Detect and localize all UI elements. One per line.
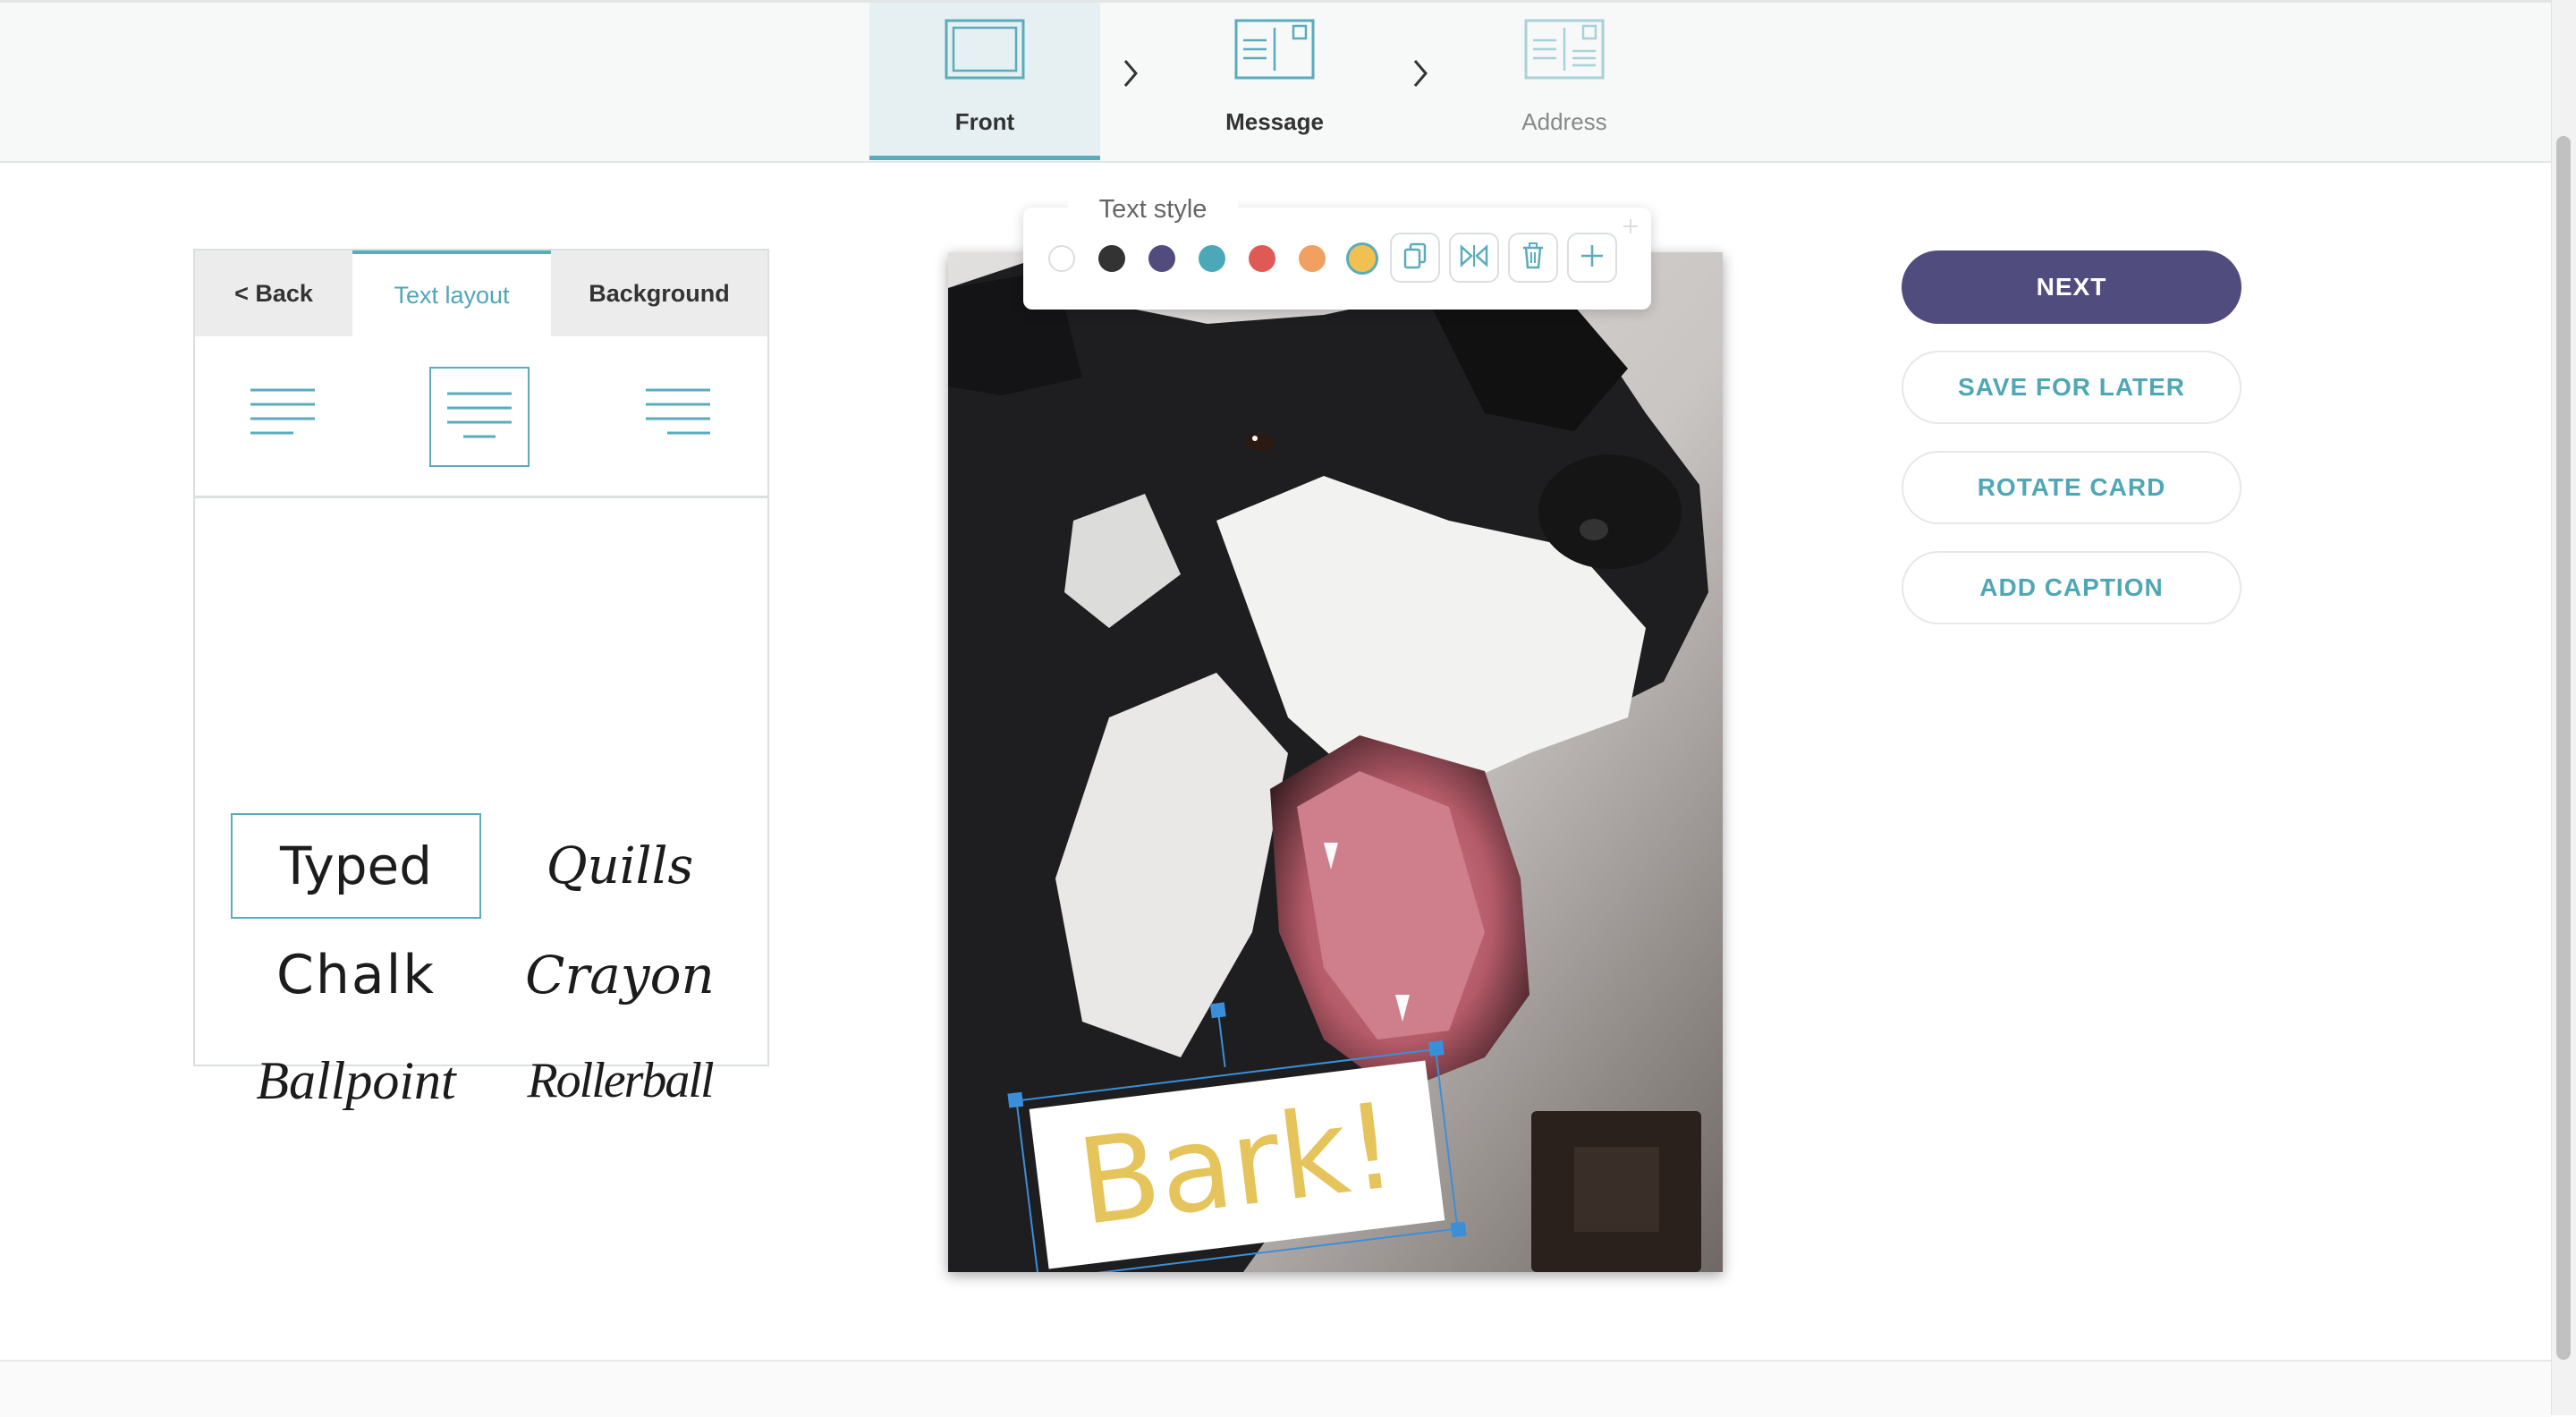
align-right-icon[interactable] xyxy=(644,385,712,448)
add-text-button[interactable] xyxy=(1567,233,1617,283)
color-swatch-white[interactable] xyxy=(1048,245,1075,272)
plus-icon xyxy=(1580,243,1605,273)
step-message[interactable]: Message xyxy=(1159,3,1390,160)
resize-handle[interactable] xyxy=(1007,1091,1024,1108)
color-swatch-orange[interactable] xyxy=(1299,245,1326,272)
move-icon[interactable] xyxy=(1623,218,1639,239)
font-quills[interactable]: Quills xyxy=(508,813,732,919)
delete-button[interactable] xyxy=(1508,233,1558,283)
step-front[interactable]: Front xyxy=(869,3,1100,160)
align-left-icon[interactable] xyxy=(249,385,317,448)
color-swatch-red[interactable] xyxy=(1249,245,1275,272)
rotate-card-button[interactable]: ROTATE CARD xyxy=(1902,451,2241,524)
chevron-right-icon xyxy=(1410,57,1431,94)
resize-handle[interactable] xyxy=(1450,1221,1467,1238)
trash-icon xyxy=(1521,242,1545,274)
text-editor-panel: < Back Text layout Background Typed Quil… xyxy=(193,249,769,1110)
duplicate-icon xyxy=(1402,242,1428,274)
step-address[interactable]: Address xyxy=(1449,3,1680,160)
font-chalk[interactable]: Chalk xyxy=(231,926,481,1024)
card-front-canvas[interactable]: Bark! xyxy=(948,252,1723,1272)
font-ballpoint[interactable]: Ballpoint xyxy=(231,1031,481,1130)
card-address-icon xyxy=(1524,19,1605,86)
step-label-message: Message xyxy=(1225,108,1324,135)
color-swatch-teal[interactable] xyxy=(1199,245,1225,272)
flip-button[interactable] xyxy=(1449,233,1499,283)
alignment-options xyxy=(195,336,767,498)
step-label-front: Front xyxy=(954,108,1015,135)
font-rollerball[interactable]: Rollerball xyxy=(508,1031,732,1130)
caption-text[interactable]: Bark! xyxy=(1071,1077,1402,1252)
card-front-icon xyxy=(945,19,1025,86)
footer xyxy=(0,1360,2551,1417)
back-tab[interactable]: < Back xyxy=(195,250,352,336)
chevron-right-icon xyxy=(1120,57,1141,94)
color-swatch-yellow[interactable] xyxy=(1346,242,1378,275)
text-style-label: Text style xyxy=(1068,186,1238,233)
tab-text-layout[interactable]: Text layout xyxy=(352,250,551,336)
next-button[interactable]: NEXT xyxy=(1902,250,2241,324)
save-for-later-button[interactable]: SAVE FOR LATER xyxy=(1902,351,2241,424)
tab-background[interactable]: Background xyxy=(551,250,767,336)
color-swatch-black[interactable] xyxy=(1098,245,1125,272)
scrollbar-thumb[interactable] xyxy=(2556,136,2571,1360)
step-label-address: Address xyxy=(1521,108,1607,135)
color-swatch-purple[interactable] xyxy=(1148,245,1175,272)
editor-tabs: < Back Text layout Background xyxy=(195,250,767,336)
add-caption-button[interactable]: ADD CAPTION xyxy=(1902,551,2241,624)
align-center-button[interactable] xyxy=(429,367,530,467)
rotate-handle[interactable] xyxy=(1209,1002,1226,1019)
duplicate-button[interactable] xyxy=(1390,233,1440,283)
font-crayon[interactable]: Crayon xyxy=(508,926,732,1024)
flip-icon xyxy=(1460,243,1488,273)
font-typed[interactable]: Typed xyxy=(231,813,481,919)
step-navigation: Front Message Address xyxy=(0,0,2576,163)
align-center-icon xyxy=(445,388,513,452)
card-message-icon xyxy=(1234,19,1315,86)
resize-handle[interactable] xyxy=(1428,1039,1445,1056)
